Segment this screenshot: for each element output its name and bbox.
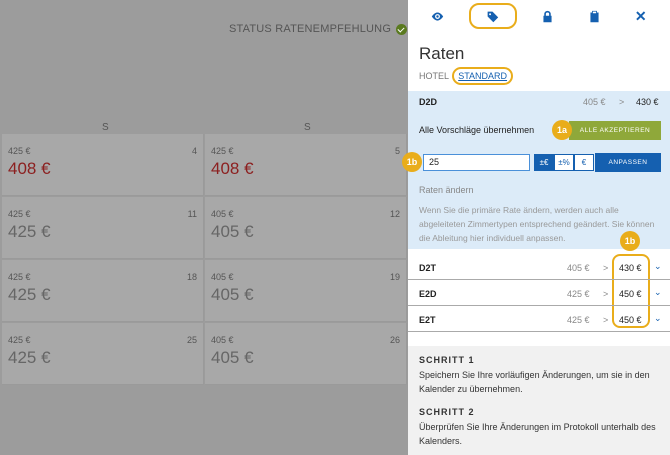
derived-rate-row[interactable]: E2T 425 € > 450 € ⌄	[408, 307, 670, 332]
day-header: S	[304, 122, 311, 133]
cell-old-rate: 425 €	[8, 209, 31, 219]
rates-panel: ✕ Raten HOTEL STANDARD D2D 405 € > 430 €…	[402, 0, 670, 455]
steps-section: SCHRITT 1 Speichern Sie Ihre vorläufigen…	[408, 346, 670, 455]
derived-rate-row[interactable]: D2T 405 € > 430 € ⌄	[408, 255, 670, 280]
tab-rates[interactable]	[468, 3, 517, 29]
new-rate[interactable]: 450 €	[619, 315, 642, 325]
tab-log[interactable]	[579, 3, 609, 29]
room-code: E2D	[419, 289, 437, 299]
check-icon	[396, 23, 408, 35]
hotel-standard-link[interactable]: STANDARD	[452, 67, 514, 85]
close-button[interactable]: ✕	[626, 3, 656, 29]
day-header: S	[102, 122, 109, 133]
primary-old-rate: 405 €	[583, 97, 606, 107]
cell-day-number: 11	[187, 209, 197, 219]
tab-view[interactable]	[422, 3, 452, 29]
primary-new-rate: 430 €	[636, 97, 659, 107]
calendar-cell[interactable]: 425 € 25 425 €	[2, 323, 204, 385]
room-code: D2T	[419, 263, 437, 273]
calendar-cell[interactable]: 405 € 12 405 €	[205, 197, 407, 259]
cell-rate: 405 €	[211, 222, 254, 241]
hotel-breadcrumb: HOTEL STANDARD	[419, 67, 514, 85]
panel-title: Raten	[419, 44, 465, 63]
calendar-area: STATUS RATENEMPFEHLUNG S S 425 € 4 408 €…	[0, 0, 408, 455]
cell-rate: 425 €	[8, 222, 51, 241]
step-badge-1a: 1a	[552, 120, 572, 140]
step-2-text: Überprüfen Sie Ihre Änderungen im Protok…	[419, 422, 656, 446]
arrow-icon: >	[619, 97, 625, 107]
room-code: E2T	[419, 315, 436, 325]
change-rates-label: Raten ändern	[419, 185, 474, 195]
chevron-down-icon[interactable]: ⌄	[654, 287, 662, 298]
cell-old-rate: 425 €	[211, 146, 234, 156]
cell-rate: 408 €	[211, 159, 254, 178]
cell-day-number: 5	[394, 146, 400, 156]
calendar-cell[interactable]: 405 € 19 405 €	[205, 260, 407, 322]
step-2-title: SCHRITT 2	[419, 407, 475, 417]
accept-all-button[interactable]: ALLE AKZEPTIEREN	[569, 121, 661, 140]
old-rate: 405 €	[567, 263, 590, 273]
eye-icon	[431, 11, 443, 21]
cell-day-number: 19	[389, 272, 400, 282]
accept-all-label: Alle Vorschläge übernehmen	[419, 125, 535, 135]
derived-rate-row[interactable]: E2D 425 € > 450 € ⌄	[408, 281, 670, 306]
rate-adjust-input[interactable]: 25	[423, 154, 530, 171]
cell-rate: 405 €	[211, 285, 254, 304]
cell-old-rate: 425 €	[8, 146, 31, 156]
cell-old-rate: 405 €	[211, 335, 234, 345]
old-rate: 425 €	[567, 289, 590, 299]
old-rate: 425 €	[567, 315, 590, 325]
cell-old-rate: 425 €	[8, 335, 31, 345]
calendar-cell[interactable]: 425 € 5 408 €	[205, 134, 407, 196]
mode-fixed-euro[interactable]: €	[574, 154, 594, 171]
cell-old-rate: 405 €	[211, 209, 234, 219]
cell-old-rate: 425 €	[8, 272, 31, 282]
step-1-title: SCHRITT 1	[419, 355, 475, 365]
cell-day-number: 12	[389, 209, 400, 219]
cell-old-rate: 405 €	[211, 272, 234, 282]
cell-rate: 408 €	[8, 159, 51, 178]
chevron-down-icon[interactable]: ⌄	[654, 261, 662, 272]
calendar-cell[interactable]: 425 € 4 408 €	[2, 134, 204, 196]
primary-room-code: D2D	[419, 97, 438, 107]
mode-plus-minus-euro[interactable]: ±€	[534, 154, 554, 171]
tab-lock[interactable]	[533, 3, 563, 29]
cell-rate: 405 €	[211, 348, 254, 367]
clipboard-icon	[590, 10, 599, 22]
cell-day-number: 26	[389, 335, 400, 345]
arrow-icon: >	[603, 315, 609, 325]
cell-day-number: 4	[191, 146, 197, 156]
new-rate[interactable]: 430 €	[619, 263, 642, 273]
status-label: STATUS RATENEMPFEHLUNG	[229, 23, 392, 35]
step-badge-1b-derived: 1b	[620, 231, 640, 251]
close-icon: ✕	[634, 7, 647, 24]
tag-icon	[487, 11, 499, 22]
arrow-icon: >	[603, 263, 609, 273]
cell-day-number: 18	[186, 272, 197, 282]
cell-rate: 425 €	[8, 348, 51, 367]
mode-plus-minus-percent[interactable]: ±%	[554, 154, 574, 171]
chevron-down-icon[interactable]: ⌄	[654, 313, 662, 324]
arrow-icon: >	[603, 289, 609, 299]
cell-rate: 425 €	[8, 285, 51, 304]
panel-tabs: ✕	[408, 0, 670, 32]
calendar-cell[interactable]: 405 € 26 405 €	[205, 323, 407, 385]
hotel-label: HOTEL	[419, 71, 449, 81]
cell-day-number: 25	[186, 335, 197, 345]
status-ratenempfehlung: STATUS RATENEMPFEHLUNG	[229, 23, 408, 35]
new-rate[interactable]: 450 €	[619, 289, 642, 299]
step-badge-1b: 1b	[402, 152, 422, 172]
calendar-cell[interactable]: 425 € 11 425 €	[2, 197, 204, 259]
calendar-cell[interactable]: 425 € 18 425 €	[2, 260, 204, 322]
lock-icon	[543, 10, 553, 22]
step-1-text: Speichern Sie Ihre vorläufigen Änderunge…	[419, 370, 650, 394]
apply-button[interactable]: ANPASSEN	[595, 153, 661, 172]
